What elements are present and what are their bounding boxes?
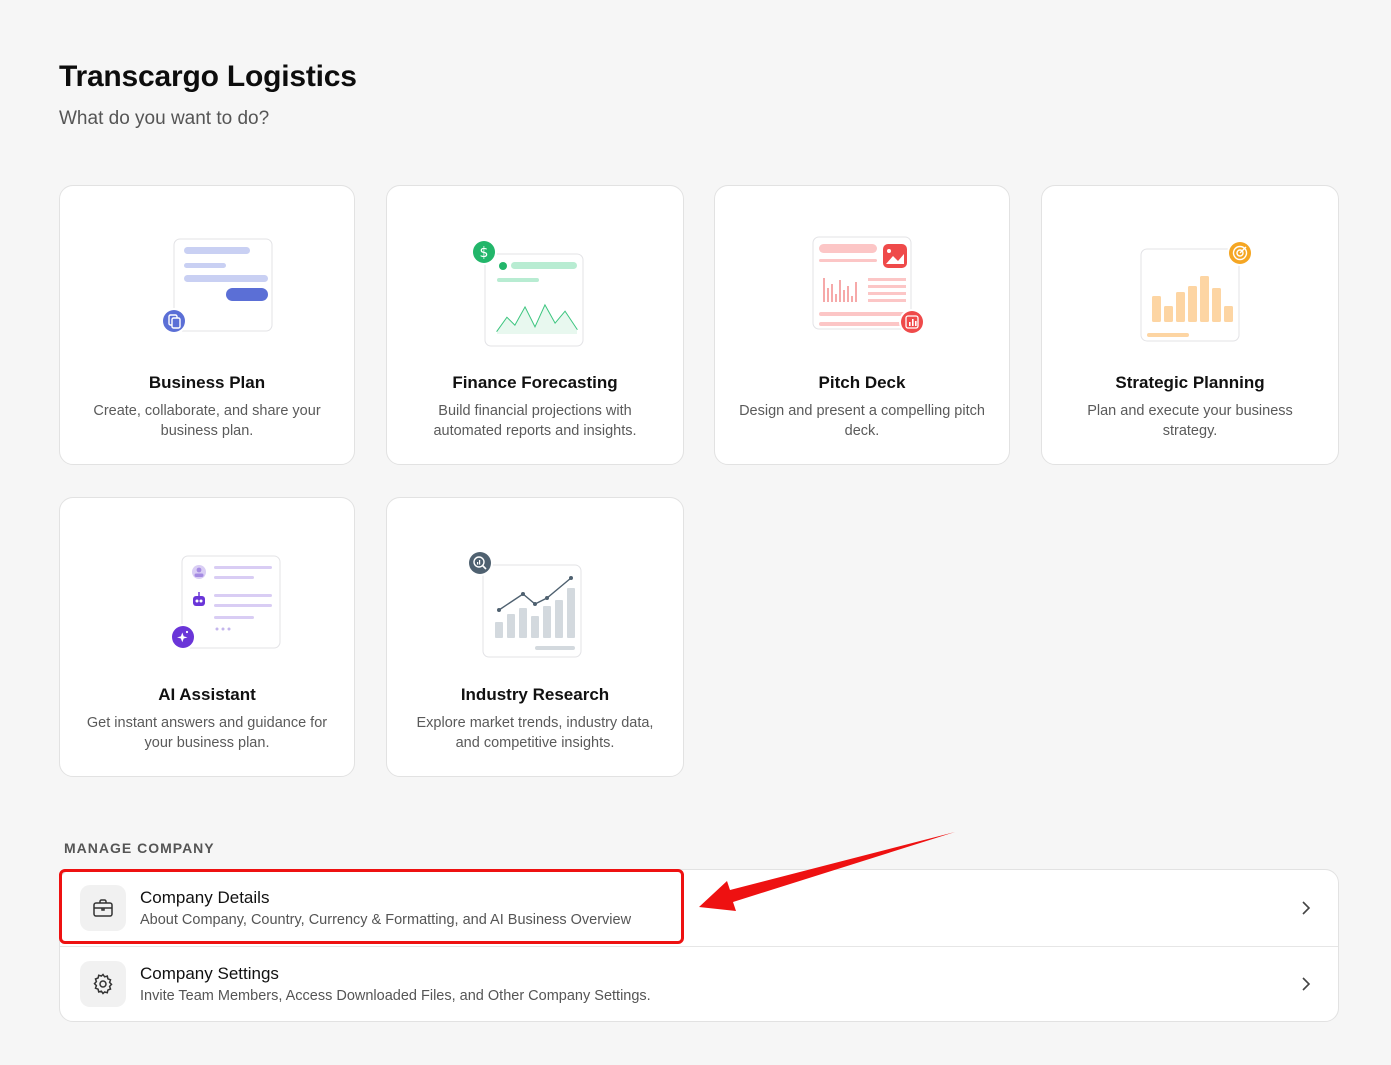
pitch-deck-illustration — [812, 236, 925, 335]
company-details-row[interactable]: Company Details About Company, Country, … — [60, 870, 1338, 947]
card-finance-forecasting[interactable]: $ Finance Forecasting Build financial pr… — [386, 185, 684, 465]
company-settings-title: Company Settings — [140, 964, 279, 983]
document-icon — [161, 308, 187, 334]
target-icon — [1227, 240, 1253, 266]
card-ai-assistant[interactable]: AI Assistant Get instant answers and gui… — [59, 497, 355, 777]
card-industry-research[interactable]: Industry Research Explore market trends,… — [386, 497, 684, 777]
card-strategic-planning[interactable]: Strategic Planning Plan and execute your… — [1041, 185, 1339, 465]
manage-company-heading: MANAGE COMPANY — [64, 840, 215, 856]
card-pitch-deck[interactable]: Pitch Deck Design and present a compelli… — [714, 185, 1010, 465]
ai-assistant-illustration — [170, 555, 281, 650]
card-title: AI Assistant — [158, 685, 256, 704]
page-title: Transcargo Logistics — [59, 60, 357, 93]
card-description: Get instant answers and guidance for you… — [86, 715, 328, 751]
presentation-icon — [899, 309, 925, 335]
sparkle-icon — [170, 624, 196, 650]
card-business-plan[interactable]: Business Plan Create, collaborate, and s… — [59, 185, 355, 465]
card-title: Industry Research — [460, 685, 610, 704]
card-title: Strategic Planning — [1115, 373, 1265, 392]
card-title: Pitch Deck — [818, 373, 906, 392]
card-description: Plan and execute your business strategy. — [1087, 403, 1293, 439]
card-description: Build financial projections with automat… — [433, 403, 637, 439]
strategic-planning-illustration — [1140, 240, 1253, 342]
manage-company-list: Company Details About Company, Country, … — [59, 869, 1339, 1022]
card-title: Business Plan — [148, 373, 266, 392]
company-details-title: Company Details — [140, 888, 270, 907]
card-description: Design and present a compelling pitch de… — [739, 403, 985, 439]
company-details-subtitle: About Company, Country, Currency & Forma… — [140, 912, 632, 928]
chevron-right-icon — [1302, 977, 1311, 991]
business-plan-illustration — [161, 238, 273, 334]
finance-forecasting-illustration: $ — [471, 239, 584, 347]
chevron-right-icon — [1302, 901, 1311, 915]
gear-icon — [80, 961, 126, 1007]
briefcase-icon — [80, 885, 126, 931]
magnifier-chart-icon — [467, 550, 493, 576]
dollar-icon: $ — [471, 239, 497, 265]
page-subtitle: What do you want to do? — [59, 108, 270, 129]
card-description: Create, collaborate, and share your busi… — [93, 403, 321, 439]
svg-text:$: $ — [480, 245, 489, 261]
company-settings-subtitle: Invite Team Members, Access Downloaded F… — [140, 988, 651, 1004]
company-settings-row[interactable]: Company Settings Invite Team Members, Ac… — [60, 946, 1338, 1021]
card-description: Explore market trends, industry data, an… — [416, 715, 654, 751]
industry-research-illustration — [467, 550, 582, 658]
card-title: Finance Forecasting — [452, 373, 618, 392]
